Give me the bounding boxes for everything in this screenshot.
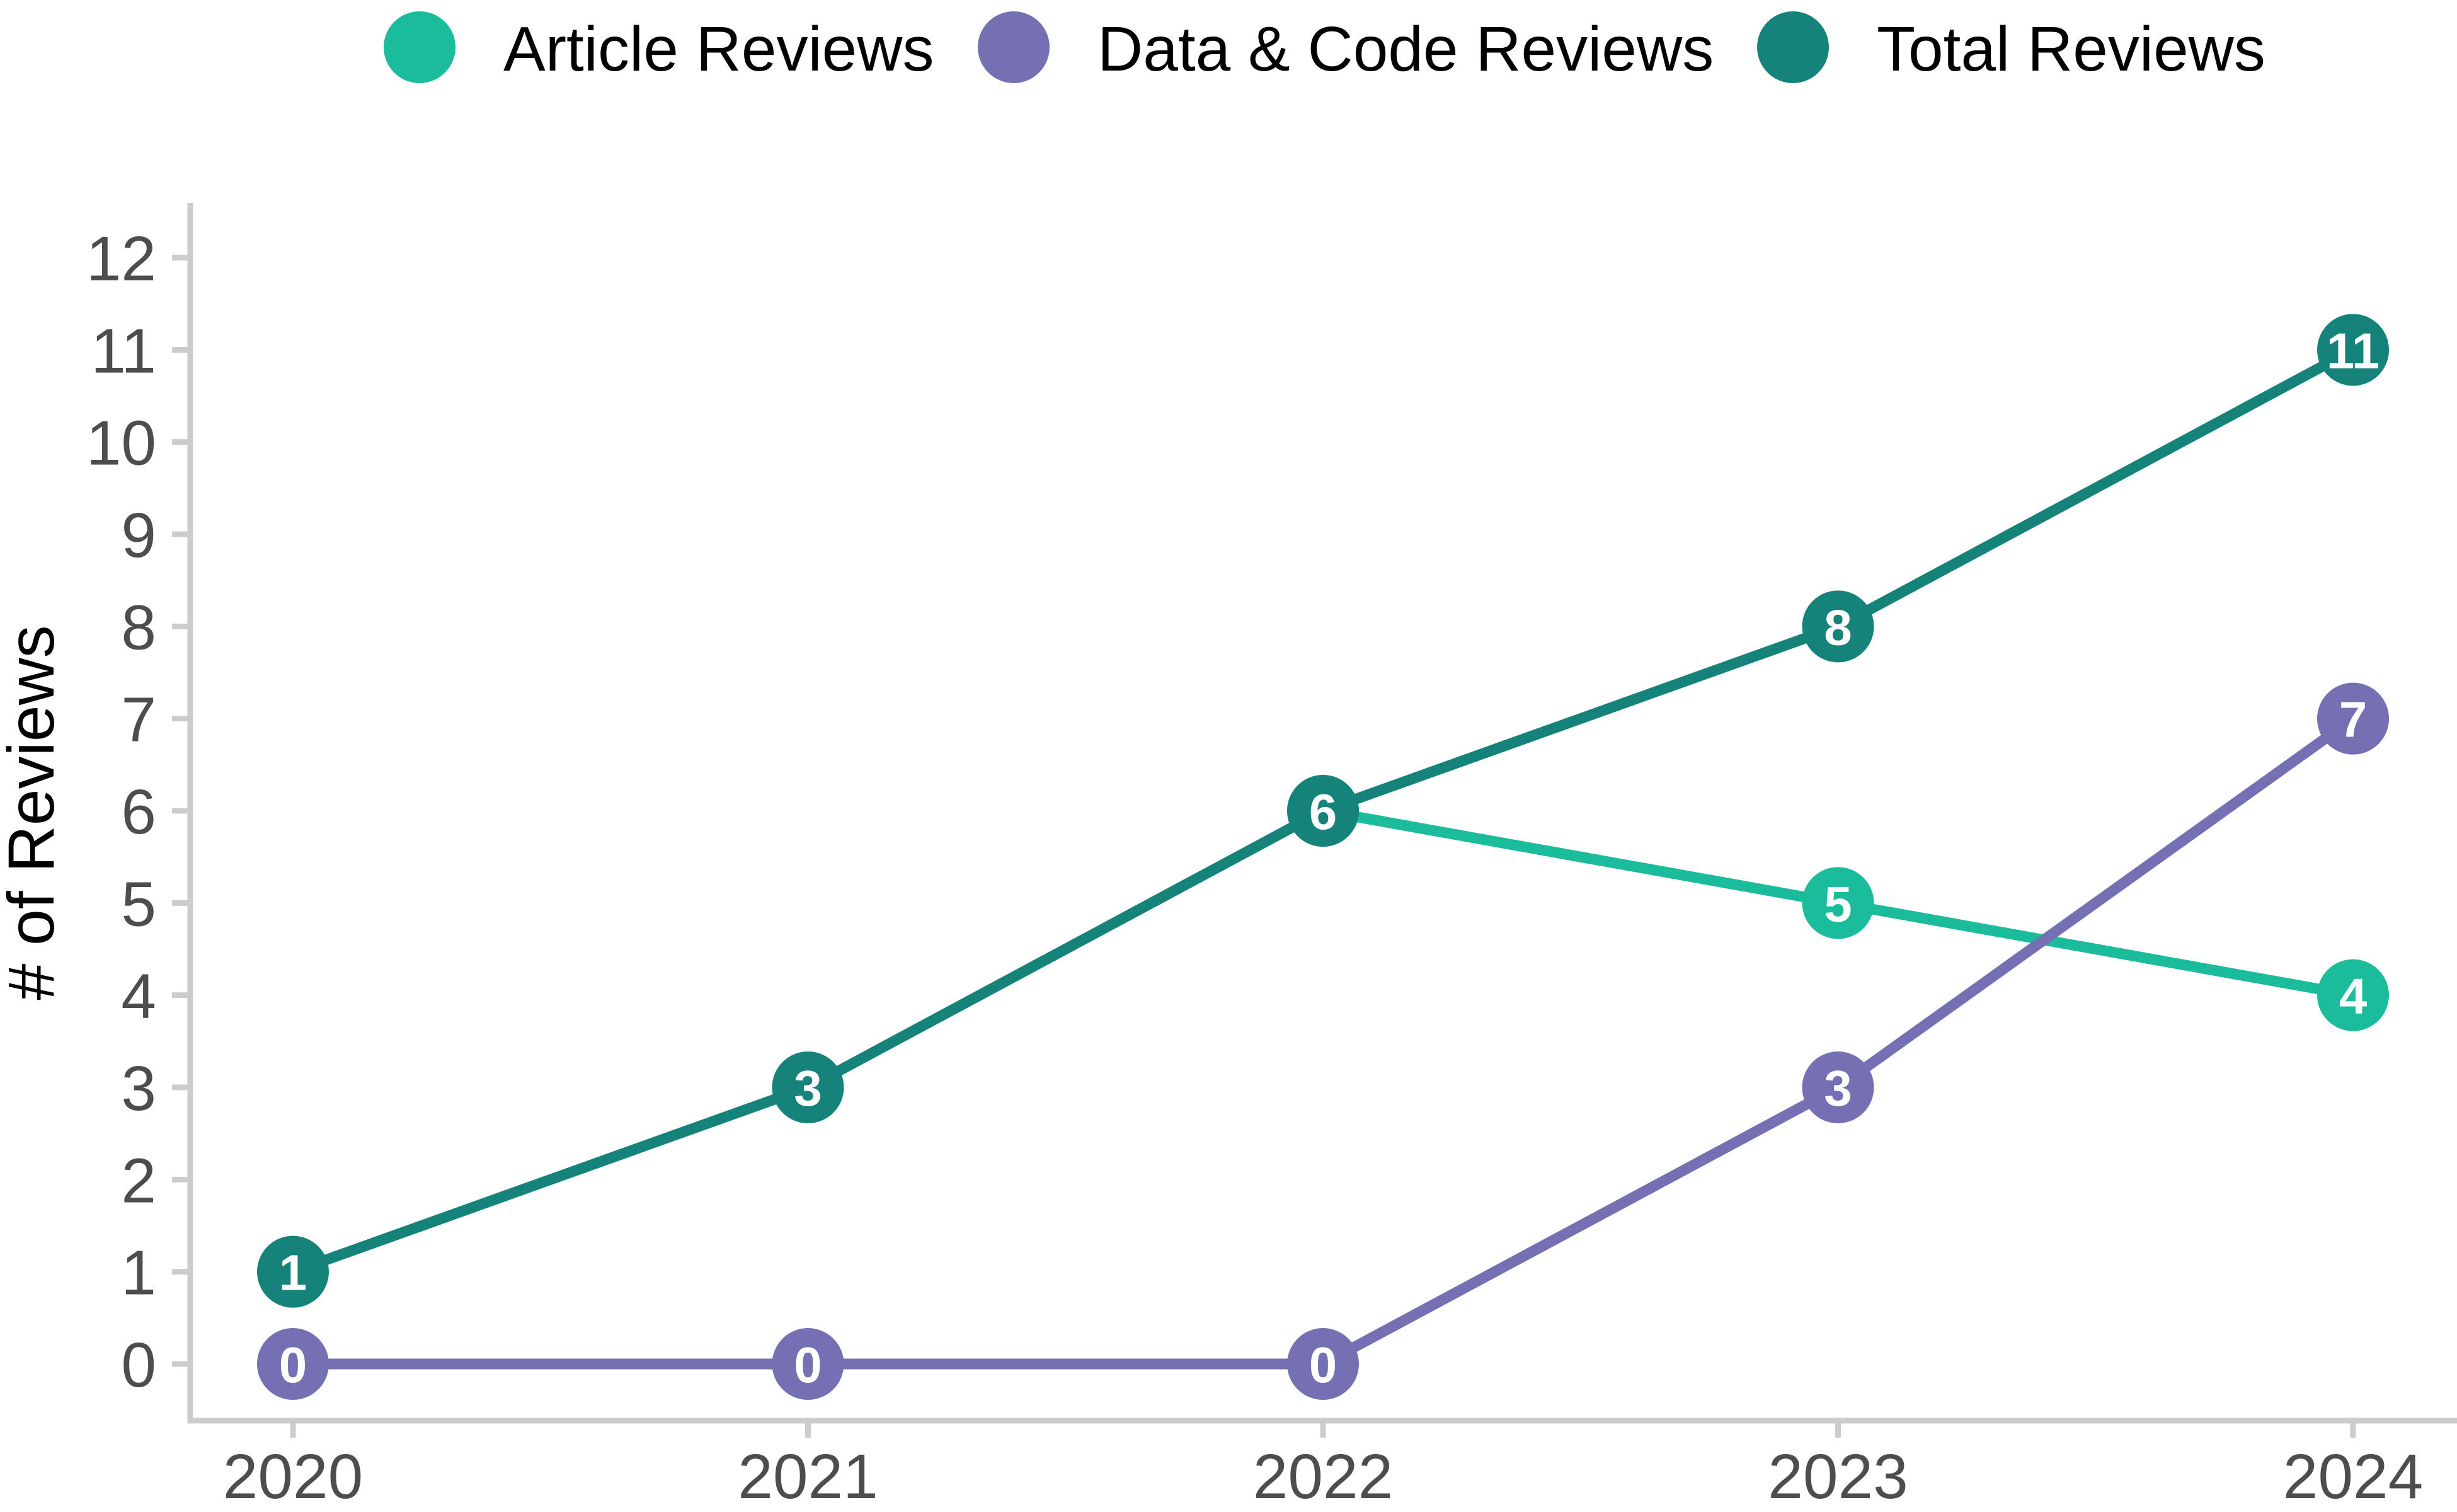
data-point-article-reviews: 4 bbox=[2317, 959, 2389, 1031]
data-label: 1 bbox=[279, 1245, 307, 1301]
y-tick-label: 1 bbox=[121, 1238, 156, 1309]
data-label: 0 bbox=[279, 1337, 307, 1393]
data-label: 0 bbox=[1309, 1337, 1337, 1393]
series-lines bbox=[287, 344, 2359, 1370]
data-point-data-code-reviews: 0 bbox=[1287, 1328, 1359, 1400]
x-tick-label: 2022 bbox=[1253, 1441, 1393, 1512]
legend-label: Article Reviews bbox=[503, 14, 934, 84]
data-label: 7 bbox=[2339, 692, 2368, 748]
data-point-total-reviews: 3 bbox=[772, 1051, 844, 1123]
y-tick-label: 9 bbox=[121, 500, 156, 571]
legend-label: Total Reviews bbox=[1877, 14, 2265, 84]
data-label: 3 bbox=[794, 1060, 822, 1116]
data-label: 11 bbox=[2327, 323, 2380, 379]
legend-item-total-reviews: Total Reviews bbox=[1757, 11, 2265, 84]
y-axis-title: # of Reviews bbox=[0, 625, 68, 1000]
data-point-total-reviews: 8 bbox=[1802, 590, 1874, 663]
data-point-total-reviews: 11 bbox=[2317, 314, 2389, 386]
y-tick-label: 7 bbox=[121, 685, 156, 755]
line-chart: Article Reviews Data & Code Reviews Total … bbox=[0, 11, 2457, 1512]
y-tick-label: 3 bbox=[121, 1053, 156, 1124]
x-axis: 2020 2021 2022 2023 2024 bbox=[188, 1418, 2457, 1512]
data-label: 3 bbox=[1824, 1060, 1852, 1116]
y-tick-label: 4 bbox=[121, 961, 156, 1032]
data-point-data-code-reviews: 0 bbox=[772, 1328, 844, 1400]
data-point-article-reviews: 5 bbox=[1802, 867, 1874, 939]
data-label: 0 bbox=[794, 1337, 822, 1393]
data-point-data-code-reviews: 3 bbox=[1802, 1051, 1874, 1123]
x-tick-label: 2021 bbox=[738, 1441, 878, 1512]
data-point-total-reviews: 6 bbox=[1287, 775, 1359, 847]
y-tick-label: 0 bbox=[121, 1330, 156, 1400]
data-label: 6 bbox=[1309, 784, 1337, 840]
data-label: 4 bbox=[2339, 968, 2368, 1024]
y-tick-label: 8 bbox=[121, 592, 156, 663]
x-tick-label: 2024 bbox=[2283, 1441, 2423, 1512]
y-tick-label: 11 bbox=[91, 316, 156, 386]
y-tick-label: 6 bbox=[121, 777, 156, 847]
y-tick-label: 5 bbox=[121, 869, 156, 939]
legend-key-data-code-reviews-icon bbox=[978, 11, 1050, 83]
legend-item-article-reviews: Article Reviews bbox=[384, 11, 934, 84]
x-tick-label: 2023 bbox=[1768, 1441, 1908, 1512]
x-tick-label: 2020 bbox=[223, 1441, 363, 1512]
y-tick-label: 10 bbox=[86, 408, 156, 479]
y-tick-label: 2 bbox=[121, 1145, 156, 1216]
data-point-data-code-reviews: 0 bbox=[257, 1328, 329, 1400]
data-label: 8 bbox=[1824, 599, 1852, 655]
data-label: 5 bbox=[1824, 876, 1852, 932]
y-axis: 0123456789101112 bbox=[86, 203, 193, 1423]
y-tick-label: 12 bbox=[86, 224, 156, 294]
legend-key-total-reviews-icon bbox=[1757, 11, 1829, 83]
legend-item-data-code-reviews: Data & Code Reviews bbox=[978, 11, 1714, 84]
legend-key-article-reviews-icon bbox=[384, 11, 455, 83]
data-point-data-code-reviews: 7 bbox=[2317, 682, 2389, 755]
legend-label: Data & Code Reviews bbox=[1097, 14, 1714, 84]
data-point-total-reviews: 1 bbox=[257, 1235, 329, 1308]
legend: Article Reviews Data & Code Reviews Total … bbox=[384, 11, 2265, 84]
series-points: 65400037136811 bbox=[257, 314, 2389, 1400]
